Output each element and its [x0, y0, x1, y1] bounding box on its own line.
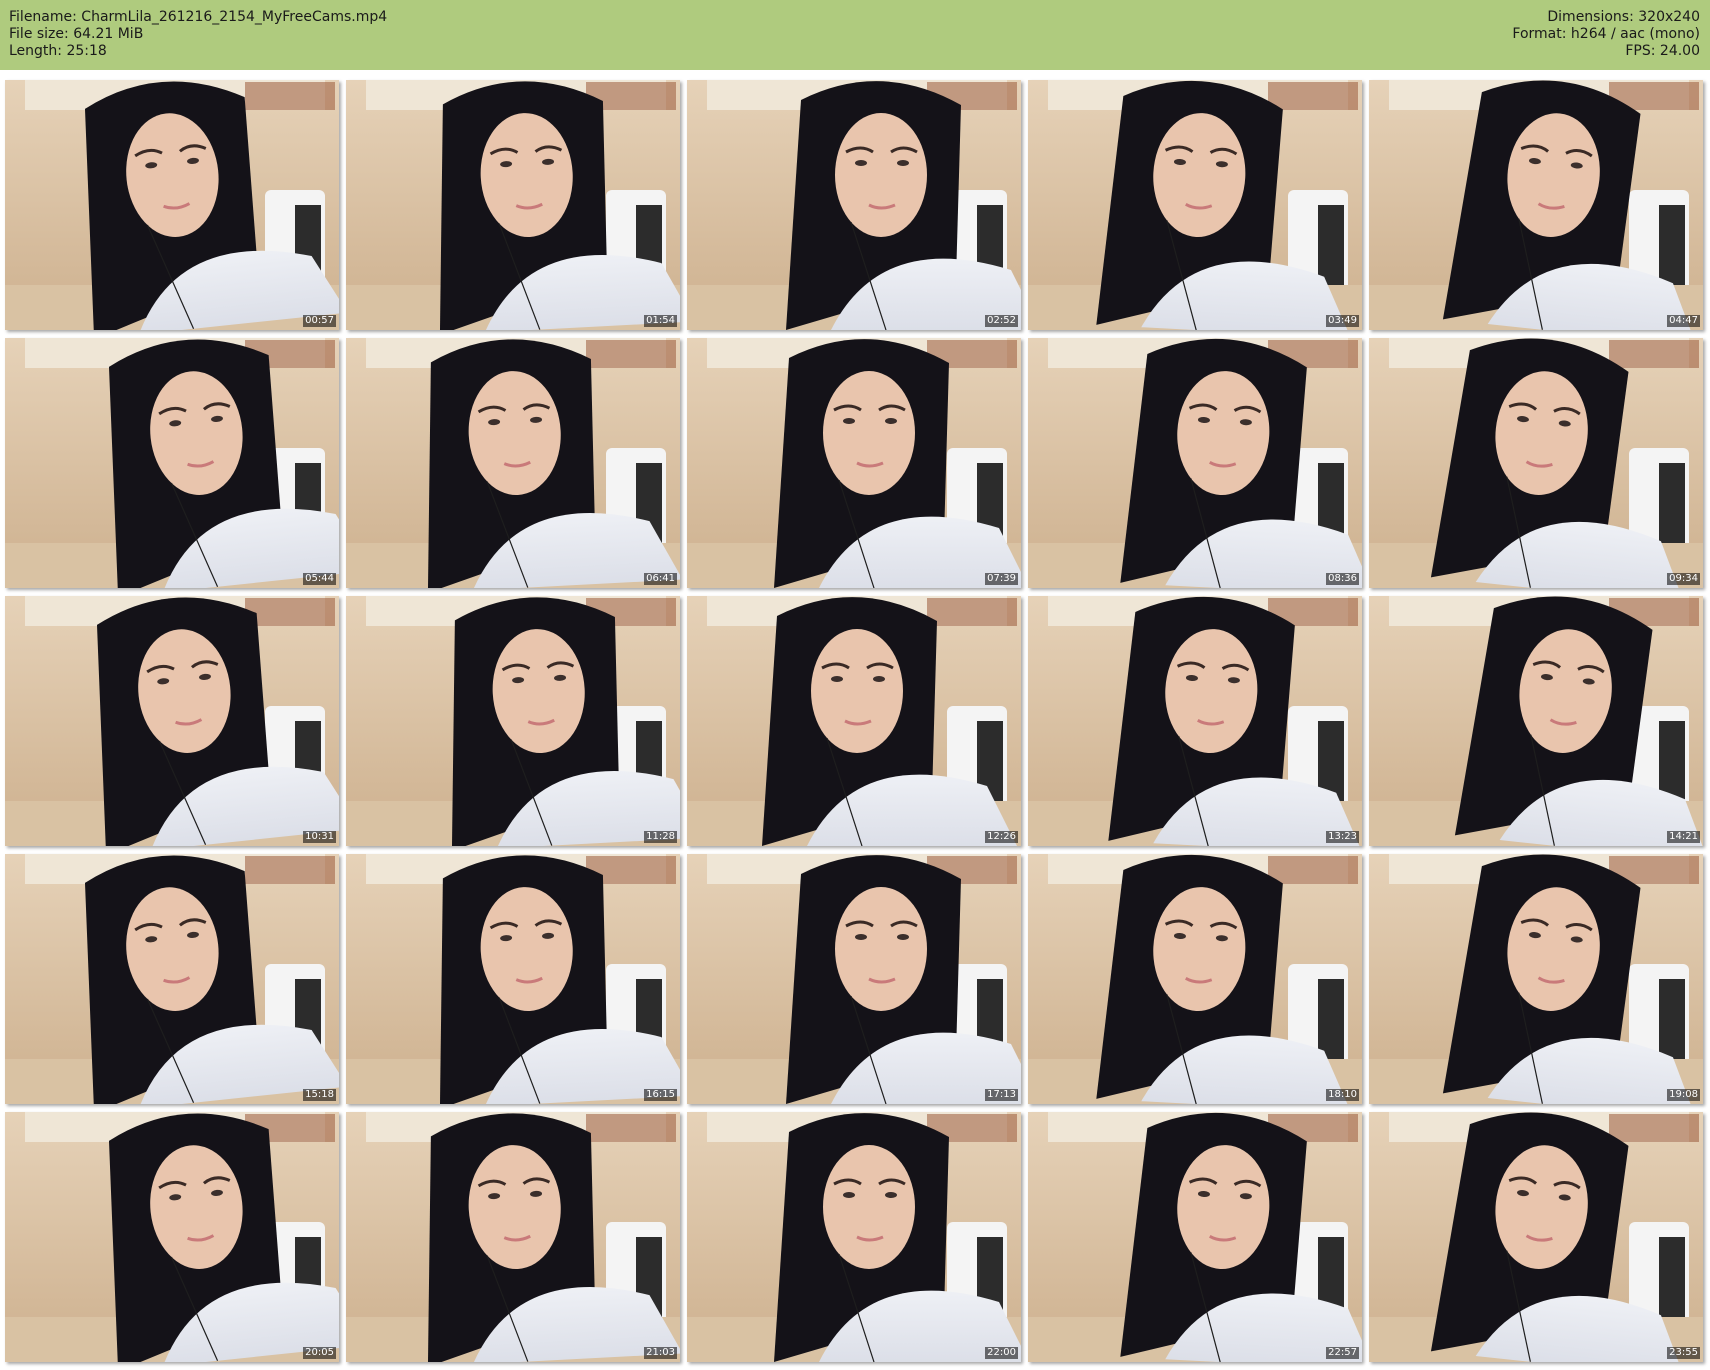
- video-thumbnail: 18:10: [1028, 854, 1362, 1104]
- video-thumbnail: 01:54: [346, 80, 680, 330]
- video-frame-image: [1028, 854, 1362, 1104]
- timestamp-label: 11:28: [644, 831, 677, 843]
- timestamp-label: 05:44: [303, 573, 336, 585]
- video-frame-image: [1369, 338, 1703, 588]
- video-thumbnail: 22:00: [687, 1112, 1021, 1362]
- video-thumbnail: 22:57: [1028, 1112, 1362, 1362]
- video-thumbnail: 17:13: [687, 854, 1021, 1104]
- video-thumbnail: 12:26: [687, 596, 1021, 846]
- video-frame-image: [1369, 80, 1703, 330]
- video-frame-image: [687, 854, 1021, 1104]
- fps-text: FPS: 24.00: [1625, 43, 1700, 59]
- video-frame-image: [5, 1112, 339, 1362]
- video-thumbnail: 15:18: [5, 854, 339, 1104]
- stream-info: Dimensions: 320x240 Format: h264 / aac (…: [1512, 9, 1700, 60]
- video-thumbnail: 06:41: [346, 338, 680, 588]
- video-thumbnail: 20:05: [5, 1112, 339, 1362]
- timestamp-label: 18:10: [1326, 1089, 1359, 1101]
- video-frame-image: [346, 1112, 680, 1362]
- timestamp-label: 07:39: [985, 573, 1018, 585]
- timestamp-label: 06:41: [644, 573, 677, 585]
- timestamp-label: 16:15: [644, 1089, 677, 1101]
- video-thumbnail: 07:39: [687, 338, 1021, 588]
- timestamp-label: 23:55: [1667, 1347, 1700, 1359]
- timestamp-label: 14:21: [1667, 831, 1700, 843]
- video-frame-image: [1369, 596, 1703, 846]
- filename-text: Filename: CharmLila_261216_2154_MyFreeCa…: [9, 9, 388, 25]
- timestamp-label: 09:34: [1667, 573, 1700, 585]
- video-thumbnail: 03:49: [1028, 80, 1362, 330]
- video-frame-image: [1028, 1112, 1362, 1362]
- video-frame-image: [687, 80, 1021, 330]
- video-thumbnail: 19:08: [1369, 854, 1703, 1104]
- length-text: Length: 25:18: [9, 43, 107, 59]
- timestamp-label: 02:52: [985, 315, 1018, 327]
- video-frame-image: [346, 80, 680, 330]
- dimensions-text: Dimensions: 320x240: [1547, 9, 1700, 25]
- video-thumbnail: 09:34: [1369, 338, 1703, 588]
- timestamp-label: 13:23: [1326, 831, 1359, 843]
- video-thumbnail: 13:23: [1028, 596, 1362, 846]
- video-thumbnail: 14:21: [1369, 596, 1703, 846]
- timestamp-label: 20:05: [303, 1347, 336, 1359]
- video-frame-image: [5, 80, 339, 330]
- timestamp-label: 04:47: [1667, 315, 1700, 327]
- timestamp-label: 08:36: [1326, 573, 1359, 585]
- video-thumbnail: 21:03: [346, 1112, 680, 1362]
- timestamp-label: 22:57: [1326, 1347, 1359, 1359]
- file-info: Filename: CharmLila_261216_2154_MyFreeCa…: [9, 9, 387, 60]
- video-frame-image: [346, 854, 680, 1104]
- video-thumbnail: 16:15: [346, 854, 680, 1104]
- info-header: Filename: CharmLila_261216_2154_MyFreeCa…: [0, 0, 1710, 70]
- video-thumbnail: 04:47: [1369, 80, 1703, 330]
- video-frame-image: [1369, 1112, 1703, 1362]
- timestamp-label: 22:00: [985, 1347, 1018, 1359]
- video-frame-image: [346, 596, 680, 846]
- video-frame-image: [687, 338, 1021, 588]
- timestamp-label: 15:18: [303, 1089, 336, 1101]
- video-frame-image: [687, 596, 1021, 846]
- video-thumbnail: 00:57: [5, 80, 339, 330]
- timestamp-label: 01:54: [644, 315, 677, 327]
- video-frame-image: [5, 338, 339, 588]
- timestamp-label: 00:57: [303, 315, 336, 327]
- timestamp-label: 12:26: [985, 831, 1018, 843]
- timestamp-label: 17:13: [985, 1089, 1018, 1101]
- video-thumbnail: 10:31: [5, 596, 339, 846]
- video-frame-image: [1369, 854, 1703, 1104]
- format-text: Format: h264 / aac (mono): [1512, 26, 1700, 42]
- filesize-text: File size: 64.21 MiB: [9, 26, 144, 42]
- timestamp-label: 03:49: [1326, 315, 1359, 327]
- video-thumbnail: 11:28: [346, 596, 680, 846]
- video-frame-image: [5, 854, 339, 1104]
- thumbnail-grid: 00:57 01:54 02:52 03:49 04:47 05:44 06:4…: [5, 80, 1703, 1362]
- timestamp-label: 19:08: [1667, 1089, 1700, 1101]
- video-thumbnail: 05:44: [5, 338, 339, 588]
- video-thumbnail: 08:36: [1028, 338, 1362, 588]
- video-frame-image: [1028, 596, 1362, 846]
- video-frame-image: [346, 338, 680, 588]
- video-frame-image: [1028, 338, 1362, 588]
- timestamp-label: 10:31: [303, 831, 336, 843]
- video-frame-image: [687, 1112, 1021, 1362]
- video-thumbnail: 23:55: [1369, 1112, 1703, 1362]
- timestamp-label: 21:03: [644, 1347, 677, 1359]
- video-thumbnail: 02:52: [687, 80, 1021, 330]
- video-frame-image: [5, 596, 339, 846]
- video-frame-image: [1028, 80, 1362, 330]
